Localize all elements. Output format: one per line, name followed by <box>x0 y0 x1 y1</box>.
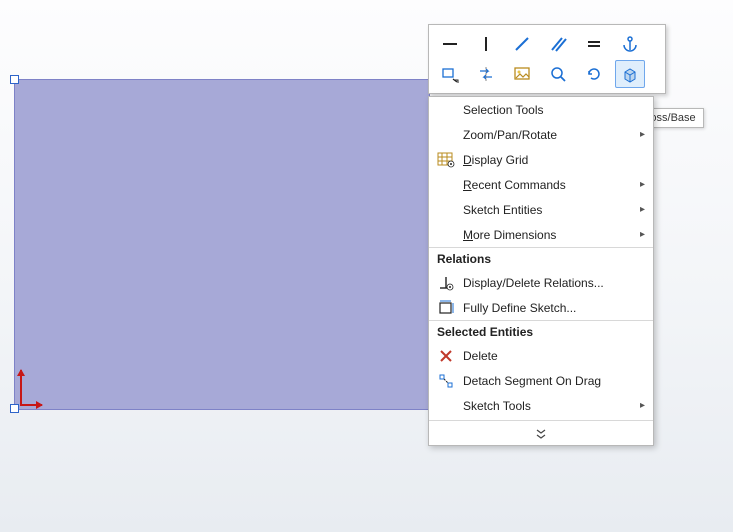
menu-label: Sketch Tools <box>459 399 640 413</box>
menu-label: Detach Segment On Drag <box>459 374 645 388</box>
rotate-sketch-icon[interactable] <box>579 60 609 88</box>
menu-label: Display/Delete Relations... <box>459 276 645 290</box>
diagonal-line-icon[interactable] <box>507 30 537 58</box>
vertical-line-icon[interactable] <box>471 30 501 58</box>
zoom-to-fit-icon[interactable] <box>543 60 573 88</box>
flip-arrows-icon[interactable] <box>471 60 501 88</box>
menu-selection-tools[interactable]: Selection Tools <box>429 97 653 122</box>
menu-fully-define-sketch[interactable]: Fully Define Sketch... <box>429 295 653 320</box>
menu-display-grid[interactable]: Display Grid <box>429 147 653 172</box>
menu-label: Fully Define Sketch... <box>459 301 645 315</box>
context-menu: Selection Tools Zoom/Pan/Rotate ▸ Displa… <box>428 96 654 446</box>
menu-separator <box>429 420 653 421</box>
section-selected-entities: Selected Entities <box>429 320 653 343</box>
context-toolbar <box>428 24 666 94</box>
menu-delete[interactable]: Delete <box>429 343 653 368</box>
menu-label: Delete <box>459 349 645 363</box>
menu-label: Selection Tools <box>459 103 645 117</box>
equal-relation-icon[interactable] <box>579 30 609 58</box>
display-grid-icon <box>433 150 459 170</box>
menu-label: Display Grid <box>459 153 645 167</box>
sketch-origin <box>17 370 43 410</box>
fix-anchor-icon[interactable] <box>615 30 645 58</box>
menu-label: Recent Commands <box>459 178 640 192</box>
menu-sketch-entities[interactable]: Sketch Entities ▸ <box>429 197 653 222</box>
submenu-arrow-icon: ▸ <box>640 204 645 215</box>
menu-label: Sketch Entities <box>459 203 640 217</box>
menu-recent-commands[interactable]: Recent Commands ▸ <box>429 172 653 197</box>
fully-define-icon <box>433 298 459 318</box>
relations-perp-icon <box>433 273 459 293</box>
sketch-picture-icon[interactable] <box>507 60 537 88</box>
menu-display-delete-relations[interactable]: Display/Delete Relations... <box>429 270 653 295</box>
sketch-handle-top-left[interactable] <box>10 75 19 84</box>
submenu-arrow-icon: ▸ <box>640 129 645 140</box>
menu-detach-segment[interactable]: Detach Segment On Drag <box>429 368 653 393</box>
submenu-arrow-icon: ▸ <box>640 400 645 411</box>
delete-x-icon <box>433 346 459 366</box>
menu-expand-chevrons[interactable] <box>429 423 653 445</box>
horizontal-line-icon[interactable] <box>435 30 465 58</box>
parallel-lines-icon[interactable] <box>543 30 573 58</box>
menu-zoom-pan-rotate[interactable]: Zoom/Pan/Rotate ▸ <box>429 122 653 147</box>
menu-label: Zoom/Pan/Rotate <box>459 128 640 142</box>
menu-label: More Dimensions <box>459 228 640 242</box>
submenu-arrow-icon: ▸ <box>640 229 645 240</box>
sketch-face[interactable] <box>14 79 430 410</box>
extruded-boss-base-icon[interactable] <box>615 60 645 88</box>
detach-segment-icon <box>433 371 459 391</box>
smart-dimension-icon[interactable] <box>435 60 465 88</box>
section-relations: Relations <box>429 247 653 270</box>
graphics-viewport[interactable]: Extruded Boss/Base Selection Tools Zoom/… <box>0 0 733 532</box>
menu-sketch-tools[interactable]: Sketch Tools ▸ <box>429 393 653 418</box>
menu-more-dimensions[interactable]: More Dimensions ▸ <box>429 222 653 247</box>
submenu-arrow-icon: ▸ <box>640 179 645 190</box>
